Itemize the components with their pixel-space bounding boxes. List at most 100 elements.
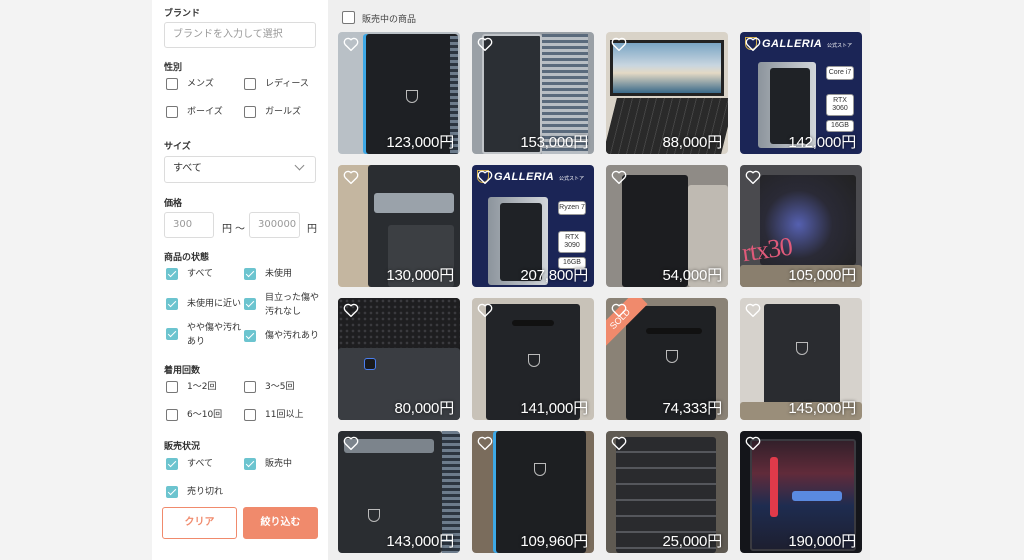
product-card[interactable]: GALLERIA 公式ストア Ryzen 7 RTX 3090 16GB 207…: [472, 165, 594, 287]
checkbox-checked[interactable]: [244, 268, 256, 280]
favorite-heart-icon[interactable]: [610, 168, 628, 186]
product-card[interactable]: 143,000円: [338, 431, 460, 553]
size-select-value: すべて: [173, 163, 202, 174]
on-sale-only-checkbox[interactable]: [342, 11, 355, 24]
favorite-heart-icon[interactable]: [610, 434, 628, 452]
product-price: 88,000円: [662, 134, 723, 151]
filter-sidebar: ブランド ブランドを入力して選択 性別 メンズ レディース ボーイズ ガールズ …: [152, 0, 328, 560]
checkbox-checked[interactable]: [244, 298, 256, 310]
product-price: 74,333円: [662, 400, 723, 417]
price-min-input[interactable]: 300: [164, 212, 214, 238]
product-card[interactable]: 153,000円: [472, 32, 594, 154]
wear-option-11-plus[interactable]: 11回以上: [244, 409, 303, 422]
favorite-heart-icon[interactable]: [342, 434, 360, 452]
clear-button[interactable]: クリア: [162, 507, 237, 539]
checkbox-checked[interactable]: [166, 298, 178, 310]
product-card[interactable]: 80,000円: [338, 298, 460, 420]
wear-option-3-5[interactable]: 3〜5回: [244, 381, 294, 394]
condition-option-like-new[interactable]: 未使用に近い: [166, 298, 241, 311]
condition-option-unused[interactable]: 未使用: [244, 268, 292, 281]
product-card[interactable]: rtx30 105,000円: [740, 165, 862, 287]
product-card[interactable]: 123,000円: [338, 32, 460, 154]
product-card[interactable]: 130,000円: [338, 165, 460, 287]
sales-status-title: 販売状況: [164, 442, 201, 452]
product-card[interactable]: 25,000円: [606, 431, 728, 553]
product-card[interactable]: 141,000円: [472, 298, 594, 420]
favorite-heart-icon[interactable]: [744, 168, 762, 186]
product-price: 153,000円: [520, 134, 588, 151]
condition-option-all[interactable]: すべて: [166, 268, 213, 281]
checkbox[interactable]: [244, 381, 256, 393]
checkbox-checked[interactable]: [244, 330, 256, 342]
spec-gpu: RTX 3090: [558, 231, 586, 253]
condition-option-no-scratches[interactable]: 目立った傷や汚れなし: [244, 292, 323, 319]
condition-option-some-scratches[interactable]: やや傷や汚れあり: [166, 322, 245, 349]
sales-option-all[interactable]: すべて: [166, 458, 213, 471]
condition-option-scratched[interactable]: 傷や汚れあり: [244, 330, 319, 343]
checkbox[interactable]: [166, 409, 178, 421]
apply-filter-button[interactable]: 絞り込む: [243, 507, 318, 539]
sales-option-sold-out[interactable]: 売り切れ: [166, 486, 223, 499]
product-price: 25,000円: [662, 533, 723, 550]
gender-option-ladies[interactable]: レディース: [244, 78, 309, 91]
wear-option-1-2[interactable]: 1〜2回: [166, 381, 216, 394]
chevron-down-icon: [294, 160, 305, 171]
product-price: 54,000円: [662, 267, 723, 284]
brand-logo-text: GALLERIA: [494, 171, 555, 183]
favorite-heart-icon[interactable]: [744, 301, 762, 319]
gender-option-boys[interactable]: ボーイズ: [166, 106, 223, 119]
checkbox-checked[interactable]: [166, 458, 178, 470]
checkbox[interactable]: [244, 78, 256, 90]
checkbox[interactable]: [244, 409, 256, 421]
favorite-heart-icon[interactable]: [476, 301, 494, 319]
gender-option-mens[interactable]: メンズ: [166, 78, 214, 91]
favorite-heart-icon[interactable]: [342, 168, 360, 186]
product-card[interactable]: 145,000円: [740, 298, 862, 420]
favorite-heart-icon[interactable]: [476, 434, 494, 452]
gender-title: 性別: [164, 63, 183, 73]
product-price: 80,000円: [394, 400, 455, 417]
on-sale-only-label: 販売中の商品: [362, 15, 417, 25]
checkbox-checked[interactable]: [166, 268, 178, 280]
spec-cpu: Ryzen 7: [558, 201, 586, 215]
product-price: 109,960円: [520, 533, 588, 550]
brand-input[interactable]: ブランドを入力して選択: [164, 22, 316, 48]
wear-count-title: 着用回数: [164, 366, 201, 376]
gender-option-girls[interactable]: ガールズ: [244, 106, 301, 119]
product-card[interactable]: 88,000円: [606, 32, 728, 154]
product-price: 105,000円: [788, 267, 856, 284]
checkbox-checked[interactable]: [244, 458, 256, 470]
favorite-heart-icon[interactable]: [342, 35, 360, 53]
wear-option-6-10[interactable]: 6〜10回: [166, 409, 222, 422]
favorite-heart-icon[interactable]: [342, 301, 360, 319]
checkbox-checked[interactable]: [166, 486, 178, 498]
product-price: 123,000円: [386, 134, 454, 151]
product-price: 143,000円: [386, 533, 454, 550]
sales-option-on-sale[interactable]: 販売中: [244, 458, 292, 471]
favorite-heart-icon[interactable]: [476, 168, 494, 186]
product-price: 207,800円: [520, 267, 588, 284]
favorite-heart-icon[interactable]: [476, 35, 494, 53]
price-min-unit: 円: [222, 224, 232, 235]
favorite-heart-icon[interactable]: [744, 434, 762, 452]
price-max-input[interactable]: 300000: [249, 212, 300, 238]
product-card[interactable]: 109,960円: [472, 431, 594, 553]
size-title: サイズ: [164, 142, 191, 152]
favorite-heart-icon[interactable]: [744, 35, 762, 53]
checkbox[interactable]: [166, 78, 178, 90]
favorite-heart-icon[interactable]: [610, 301, 628, 319]
favorite-heart-icon[interactable]: [610, 35, 628, 53]
product-card[interactable]: SOLD 74,333円: [606, 298, 728, 420]
product-price: 142,000円: [788, 134, 856, 151]
product-card[interactable]: GALLERIA 公式ストア Core i7 RTX 3060 16GB 142…: [740, 32, 862, 154]
product-price: 141,000円: [520, 400, 588, 417]
price-title: 価格: [164, 199, 183, 209]
size-select[interactable]: すべて: [164, 156, 316, 183]
checkbox[interactable]: [244, 106, 256, 118]
product-card[interactable]: 54,000円: [606, 165, 728, 287]
checkbox[interactable]: [166, 106, 178, 118]
brand-title: ブランド: [164, 9, 201, 19]
checkbox[interactable]: [166, 381, 178, 393]
product-card[interactable]: 190,000円: [740, 431, 862, 553]
checkbox-checked[interactable]: [166, 328, 178, 340]
